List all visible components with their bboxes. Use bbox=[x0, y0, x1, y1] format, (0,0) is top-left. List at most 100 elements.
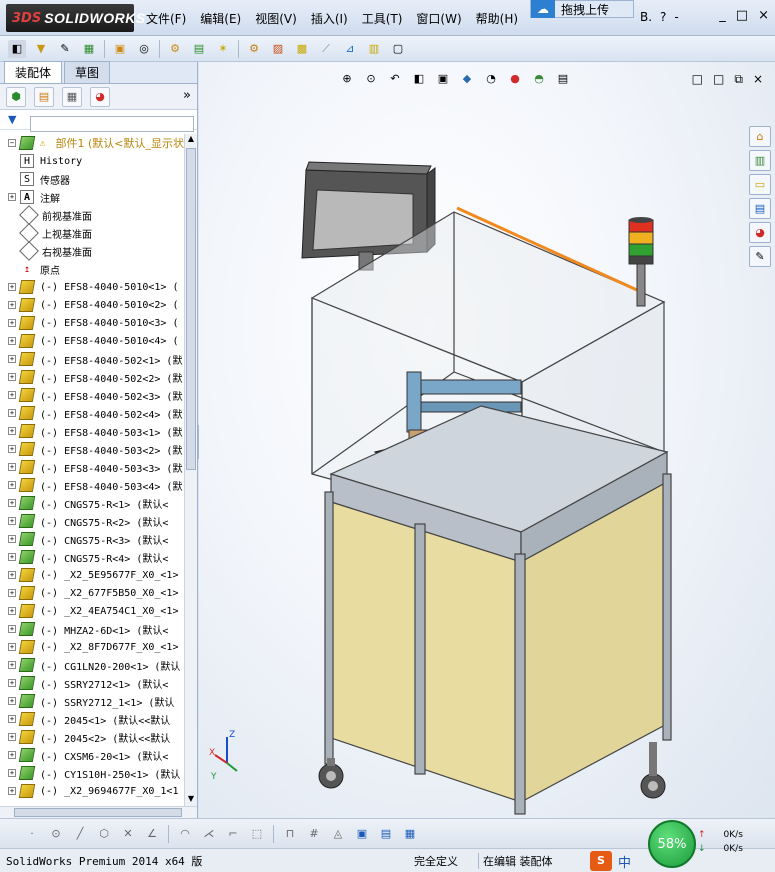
ime-language[interactable]: 中 bbox=[618, 852, 631, 871]
rectangle-select-icon[interactable]: ⬚ bbox=[249, 826, 265, 842]
expand-toggle[interactable]: + bbox=[8, 571, 16, 579]
graphics-area[interactable]: ⊕ ⊙ ↶ ◧ ▣ ◆ ◔ ● ◓ ▤ □ □ ⧉ × ⌂ ▥ ▭ ▤ ◕ ✎ … bbox=[199, 62, 775, 818]
expand-toggle[interactable]: + bbox=[8, 481, 16, 489]
tree-horizontal-scrollbar[interactable] bbox=[0, 806, 197, 818]
expand-toggle[interactable]: + bbox=[8, 607, 16, 615]
tree-item[interactable]: + (-) EFS8-4040-5010<4> ( bbox=[0, 332, 184, 350]
custom-properties-icon[interactable]: ✎ bbox=[749, 246, 771, 267]
expand-toggle[interactable]: + bbox=[8, 733, 16, 741]
filter-icon[interactable]: ▼ bbox=[8, 113, 16, 126]
tree-item[interactable]: + (-) EFS8-4040-503<1> (默 bbox=[0, 422, 184, 440]
tree-item[interactable]: + (-) 2045<1> (默认<<默认 bbox=[0, 710, 184, 728]
grid-icon[interactable]: # bbox=[306, 826, 322, 842]
design-library-icon[interactable]: ▥ bbox=[749, 150, 771, 171]
drag-upload-badge[interactable]: ☁ 拖拽上传 bbox=[530, 0, 634, 18]
expand-toggle[interactable]: + bbox=[8, 301, 16, 309]
file-explorer-icon[interactable]: ▭ bbox=[749, 174, 771, 195]
menu-edit[interactable]: 编辑(E) bbox=[200, 10, 241, 27]
tree-vertical-scrollbar[interactable]: ▲ ▼ bbox=[184, 134, 197, 806]
expand-toggle[interactable]: + bbox=[8, 625, 16, 633]
hole-wizard-icon[interactable]: ▩ bbox=[293, 40, 311, 58]
sogou-ime-icon[interactable]: S bbox=[590, 851, 612, 871]
tree-item[interactable]: + (-) EFS8-4040-503<4> (默 bbox=[0, 476, 184, 494]
tree-item[interactable]: + (-) EFS8-4040-5010<2> ( bbox=[0, 296, 184, 314]
tree-item[interactable]: + (-) SSRY2712<1> (默认< bbox=[0, 674, 184, 692]
tree-item[interactable]: + (-) MHZA2-6D<1> (默认< bbox=[0, 620, 184, 638]
expand-toggle[interactable]: + bbox=[8, 769, 16, 777]
new-part-icon[interactable]: ◧ bbox=[8, 39, 26, 58]
tree-item[interactable]: + (-) 2045<2> (默认<<默认 bbox=[0, 728, 184, 746]
paperclip-icon[interactable]: ✎ bbox=[56, 40, 74, 58]
tree-item[interactable]: + (-) CNGS75-R<3> (默认< bbox=[0, 530, 184, 548]
expand-toggle[interactable]: + bbox=[8, 337, 16, 345]
wireframe-icon[interactable]: ▦ bbox=[402, 826, 418, 842]
network-monitor[interactable]: 58% bbox=[648, 820, 696, 868]
expand-toggle[interactable]: + bbox=[8, 319, 16, 327]
tree-item[interactable]: 前视基准面 bbox=[0, 205, 184, 225]
feature-tree-icon[interactable]: ⬢ bbox=[6, 86, 26, 107]
expand-toggle[interactable]: + bbox=[8, 535, 16, 543]
dimension-icon[interactable]: ⊓ bbox=[282, 826, 298, 842]
evaluate-icon[interactable]: ▥ bbox=[365, 40, 383, 58]
minimize-button[interactable]: _ bbox=[719, 8, 726, 23]
menu-tools[interactable]: 工具(T) bbox=[362, 10, 403, 27]
line-icon[interactable]: ╱ bbox=[72, 826, 88, 842]
edit-appearance-icon[interactable]: ● bbox=[507, 70, 523, 86]
shaded-view-icon[interactable]: ▣ bbox=[354, 826, 370, 842]
circle-icon[interactable]: ⊙ bbox=[48, 826, 64, 842]
angle-icon[interactable]: ∠ bbox=[144, 826, 160, 842]
expand-toggle[interactable]: + bbox=[8, 463, 16, 471]
point-icon[interactable]: · bbox=[24, 826, 40, 842]
expand-toggle[interactable]: + bbox=[8, 553, 16, 561]
tree-item[interactable]: + (-) CNGS75-R<4> (默认< bbox=[0, 548, 184, 566]
expand-toggle[interactable]: + bbox=[8, 715, 16, 723]
expand-toggle[interactable]: + bbox=[8, 445, 16, 453]
expand-toggle[interactable]: + bbox=[8, 787, 16, 795]
tree-item[interactable]: H History bbox=[0, 152, 184, 170]
expand-toggle[interactable]: + bbox=[8, 679, 16, 687]
cross-icon[interactable]: ✕ bbox=[120, 826, 136, 842]
restore-button[interactable]: □ bbox=[736, 8, 748, 23]
arc-icon[interactable]: ◠ bbox=[177, 826, 193, 842]
view-orientation-icon[interactable]: ▣ bbox=[435, 70, 451, 86]
display-manager-icon[interactable]: ◕ bbox=[90, 86, 110, 107]
tree-item[interactable]: + (-) CG1LN20-200<1> (默认 bbox=[0, 656, 184, 674]
appearances-icon[interactable]: ◕ bbox=[749, 222, 771, 243]
interference-icon[interactable]: ▨ bbox=[269, 40, 287, 58]
section-icon[interactable]: ◬ bbox=[330, 826, 346, 842]
expand-toggle[interactable]: + bbox=[8, 283, 16, 291]
expand-panel-icon[interactable]: » bbox=[183, 88, 191, 103]
expand-toggle[interactable]: + bbox=[8, 517, 16, 525]
zoom-area-icon[interactable]: ⊙ bbox=[363, 70, 379, 86]
tree-item[interactable]: + (-) CNGS75-R<1> (默认< bbox=[0, 494, 184, 512]
apply-scene-icon[interactable]: ◓ bbox=[531, 70, 547, 86]
expand-toggle[interactable]: + bbox=[8, 697, 16, 705]
hide-show-items-icon[interactable]: ◔ bbox=[483, 70, 499, 86]
trim-icon[interactable]: ⋌ bbox=[201, 826, 217, 842]
menu-view[interactable]: 视图(V) bbox=[255, 10, 297, 27]
configuration-manager-icon[interactable]: ▦ bbox=[62, 86, 82, 107]
section-view-icon[interactable]: ◧ bbox=[411, 70, 427, 86]
menu-help[interactable]: 帮助(H) bbox=[476, 10, 518, 27]
open-folder-icon[interactable]: ▼ bbox=[32, 40, 50, 58]
tree-item[interactable]: + (-) EFS8-4040-502<4> (默 bbox=[0, 404, 184, 422]
mate-icon[interactable]: ▦ bbox=[80, 40, 98, 58]
tree-item[interactable]: + (-) SSRY2712_1<1> (默认 bbox=[0, 692, 184, 710]
tree-item[interactable]: + (-) _X2_4EA754C1_X0_<1> bbox=[0, 602, 184, 620]
screen-capture-icon[interactable]: ▢ bbox=[389, 40, 407, 58]
expand-toggle[interactable]: + bbox=[8, 355, 16, 363]
reference-geometry-icon[interactable]: ⟋ bbox=[317, 40, 335, 58]
scroll-down-icon[interactable]: ▼ bbox=[185, 794, 197, 806]
viewport-close-icon[interactable]: × bbox=[753, 72, 763, 87]
tree-item[interactable]: + (-) EFS8-4040-503<3> (默 bbox=[0, 458, 184, 476]
menu-window[interactable]: 窗口(W) bbox=[416, 10, 461, 27]
insert-component-icon[interactable]: ▣ bbox=[111, 40, 129, 58]
help-icon[interactable]: ? bbox=[660, 10, 666, 24]
expand-toggle[interactable]: + bbox=[8, 373, 16, 381]
zoom-to-fit-icon[interactable]: ⊕ bbox=[339, 70, 355, 86]
view-settings-icon[interactable]: ▤ bbox=[555, 70, 571, 86]
scroll-up-icon[interactable]: ▲ bbox=[185, 134, 197, 146]
property-manager-icon[interactable]: ▤ bbox=[34, 86, 54, 107]
explode-icon[interactable]: ✶ bbox=[214, 40, 232, 58]
previous-view-icon[interactable]: ↶ bbox=[387, 70, 403, 86]
